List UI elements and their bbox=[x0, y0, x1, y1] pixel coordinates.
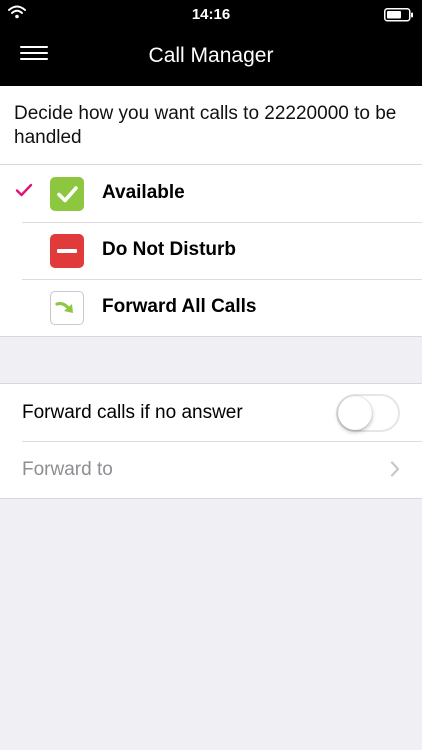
chevron-right-icon bbox=[390, 461, 400, 482]
top-bar: 14:16 Call Manager bbox=[0, 0, 422, 86]
available-check-icon bbox=[50, 177, 84, 211]
selected-checkmark-icon bbox=[14, 182, 34, 203]
status-bar: 14:16 bbox=[0, 0, 422, 28]
option-label: Forward All Calls bbox=[102, 296, 257, 317]
forward-to-label: Forward to bbox=[22, 459, 113, 480]
option-label: Available bbox=[102, 182, 185, 203]
forward-no-answer-label: Forward calls if no answer bbox=[22, 402, 243, 423]
forward-arrow-icon bbox=[50, 291, 84, 325]
toggle-knob bbox=[338, 396, 372, 430]
do-not-disturb-icon bbox=[50, 234, 84, 268]
option-available[interactable]: Available bbox=[0, 165, 422, 222]
option-label: Do Not Disturb bbox=[102, 239, 237, 260]
forward-to-row[interactable]: Forward to bbox=[0, 441, 422, 498]
option-do-not-disturb[interactable]: Do Not Disturb bbox=[0, 222, 422, 279]
page-title: Call Manager bbox=[148, 44, 274, 67]
forward-no-answer-toggle[interactable] bbox=[336, 394, 400, 432]
description-text: Decide how you want calls to 22220000 to… bbox=[0, 86, 422, 164]
battery-icon bbox=[384, 8, 414, 27]
option-forward-all-calls[interactable]: Forward All Calls bbox=[0, 279, 422, 336]
forwarding-settings: Forward calls if no answer Forward to bbox=[0, 383, 422, 499]
nav-bar: Call Manager bbox=[0, 28, 422, 86]
status-time: 14:16 bbox=[191, 6, 231, 23]
forward-no-answer-row: Forward calls if no answer bbox=[0, 384, 422, 441]
call-mode-list: Available Do Not Disturb Forward All Cal… bbox=[0, 164, 422, 337]
